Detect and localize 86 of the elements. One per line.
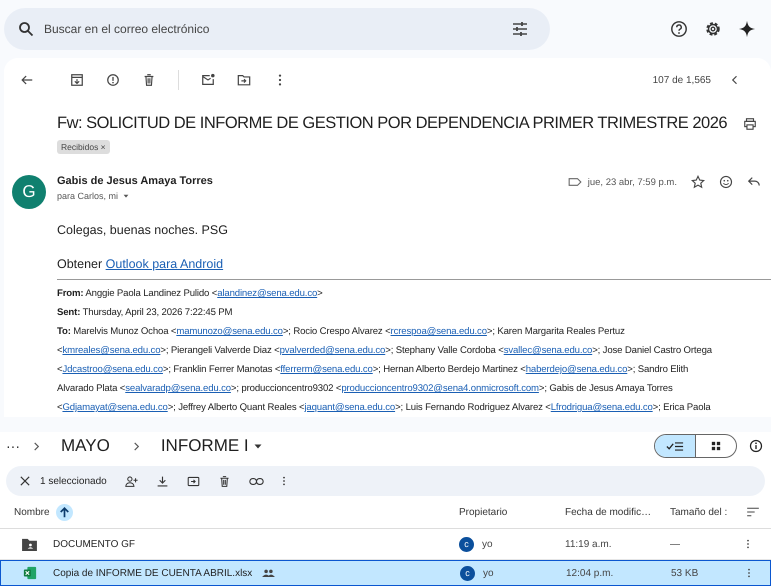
trash-icon[interactable] [218, 474, 231, 488]
print-icon[interactable] [743, 116, 758, 130]
modified-time: 11:19 a.m. [565, 538, 613, 550]
download-icon[interactable] [156, 474, 169, 488]
caret-icon [122, 192, 130, 200]
checklist-icon [666, 440, 684, 452]
search-icon [18, 21, 34, 37]
info-icon[interactable] [749, 439, 763, 453]
header-line: From: Anggie Paola Landinez Pulido <alandinez@sena.edu.co> [57, 287, 324, 301]
sparkle-icon[interactable] [738, 20, 756, 38]
header-line: <kmreales@sena.edu.co>; Pierangeli Valverde Diaz <pvalverded@sena.edu.co>; Stephany Valle Cordoba <svallec@sena.edu.co>; Jose Daniel Castro Ortega [57, 344, 714, 358]
email-link[interactable]: fferrerm@sena.edu.co [280, 364, 373, 375]
outlook-link[interactable]: Outlook para Android [106, 257, 224, 271]
more-options-icon[interactable] [747, 567, 751, 579]
header-line: Sent: Thursday, April 23, 2026 7:22:45 PM [57, 306, 234, 320]
sender-name: Gabis de Jesus Amaya Torres [57, 175, 213, 187]
label-chip[interactable]: Recibidos × [57, 140, 110, 154]
more-options-icon[interactable] [746, 538, 750, 550]
column-header[interactable]: Nombre [14, 506, 50, 518]
more-options-icon[interactable] [282, 475, 286, 487]
email-date: jue, 23 abr, 7:59 p.m. [588, 176, 677, 188]
recipients-dropdown[interactable]: para Carlos, mi [57, 191, 213, 201]
email-subject: Fw: SOLICITUD DE INFORME DE GESTION POR DEPENDENCIA PRIMER TRIMESTRE 2026 [57, 114, 728, 133]
email-link[interactable]: haberdejo@sena.edu.co [526, 364, 628, 375]
link-icon[interactable] [248, 476, 264, 486]
breadcrumb-item[interactable]: MAYO [61, 436, 110, 456]
chevron-right-icon [32, 442, 41, 450]
email-link[interactable]: pvalverded@sena.edu.co [280, 345, 386, 356]
email-text: Colegas, buenas noches. PSG [57, 223, 229, 237]
email-link[interactable]: svallec@sena.edu.co [504, 345, 592, 356]
move-to-folder-icon[interactable] [237, 73, 251, 87]
header-line: <Gdjamayat@sena.edu.co>; Jeffrey Alberto Quant Reales <jaquant@sena.edu.co>; Luis Fernando Rodriguez Alvarez <Lfrodrigua@sena.edu.co>; Erica Paola [57, 401, 712, 415]
column-header[interactable]: Tamaño del : [670, 506, 746, 518]
chevron-right-icon [132, 442, 141, 450]
header-line: Alvarado Plata <sealvaradp@sena.edu.co>; produccioncentro9302 <produccioncentro9302@sena4.onmicrosoft.com>; Gabis de Jesus Amaya Torres [57, 382, 674, 396]
grid-icon [711, 441, 721, 451]
email-link[interactable]: alandinez@sena.edu.co [217, 288, 318, 299]
owner-name: yo [482, 538, 493, 550]
message-counter: 107 de 1,565 [652, 74, 711, 86]
signature-text: Obtener Outlook para Android [57, 257, 224, 271]
email-link[interactable]: produccioncentro9302@sena4.onmicrosoft.com [341, 383, 539, 394]
mark-unread-icon[interactable] [201, 73, 215, 87]
file-row[interactable]: Copia de INFORME DE CUENTA ABRIL.xlsx c yo 12:04 p.m. 53 KB [0, 560, 771, 586]
column-header[interactable]: Fecha de modific… [565, 506, 670, 518]
owner-avatar: c [459, 536, 474, 552]
email-link[interactable]: Lfrodrigua@sena.edu.co [550, 402, 653, 413]
selection-count: 1 seleccionado [40, 476, 107, 486]
search-field[interactable]: Buscar en el correo electrónico [4, 8, 550, 50]
column-header[interactable]: Propietario [459, 506, 565, 518]
folder-icon [22, 538, 37, 550]
email-link[interactable]: rcrespoa@sena.edu.co [390, 326, 487, 337]
email-link[interactable]: Gdjamayat@sena.edu.co [62, 402, 168, 413]
move-icon[interactable] [186, 474, 200, 488]
view-switcher[interactable] [654, 434, 737, 458]
header-line: To: Marelvis Munoz Ochoa <mamunozo@sena.edu.co>; Rocio Crespo Alvarez <rcrespoa@sena.edu.co>; Karen Margarita Reales Pertuz [57, 325, 626, 339]
breadcrumb-overflow[interactable]: ··· [6, 438, 20, 454]
archive-icon[interactable] [70, 73, 84, 87]
help-icon[interactable] [670, 20, 688, 38]
back-arrow-icon[interactable] [20, 73, 34, 87]
settings-icon[interactable] [704, 20, 722, 38]
email-link[interactable]: sealvaradp@sena.edu.co [125, 383, 231, 394]
sender-avatar: G [12, 175, 46, 209]
owner-name: yo [483, 568, 494, 578]
label-icon [568, 177, 582, 187]
spreadsheet-icon [23, 566, 37, 580]
spam-icon[interactable] [106, 73, 120, 87]
list-view-toggle[interactable] [655, 435, 695, 457]
owner-avatar: c [460, 566, 475, 580]
trash-icon[interactable] [142, 73, 156, 87]
sort-options-icon[interactable] [746, 507, 760, 517]
filter-options-icon[interactable] [512, 21, 528, 37]
header-line: <Jdcastroo@sena.edu.co>; Franklin Ferrer Manotas <fferrerm@sena.edu.co>; Hernan Alberto Berdejo Martinez <haberdejo@sena.edu.co>; Sandro Elith [57, 363, 690, 377]
share-person-icon[interactable] [124, 474, 138, 488]
modified-time: 12:04 p.m. [566, 568, 614, 578]
email-link[interactable]: Jdcastroo@sena.edu.co [62, 364, 163, 375]
email-link[interactable]: mamunozo@sena.edu.co [176, 326, 283, 337]
file-name: Copia de INFORME DE CUENTA ABRIL.xlsx [53, 568, 252, 578]
emoji-icon[interactable] [719, 175, 733, 189]
email-link[interactable]: jaquant@sena.edu.co [304, 402, 396, 413]
file-size: 53 KB [671, 568, 700, 578]
close-icon[interactable] [20, 476, 30, 486]
file-name: DOCUMENTO GF [53, 538, 136, 550]
star-icon[interactable] [691, 175, 705, 189]
breadcrumb-item[interactable]: INFORME I [160, 436, 263, 456]
email-link[interactable]: kmreales@sena.edu.co [62, 345, 160, 356]
file-size: — [670, 538, 681, 550]
